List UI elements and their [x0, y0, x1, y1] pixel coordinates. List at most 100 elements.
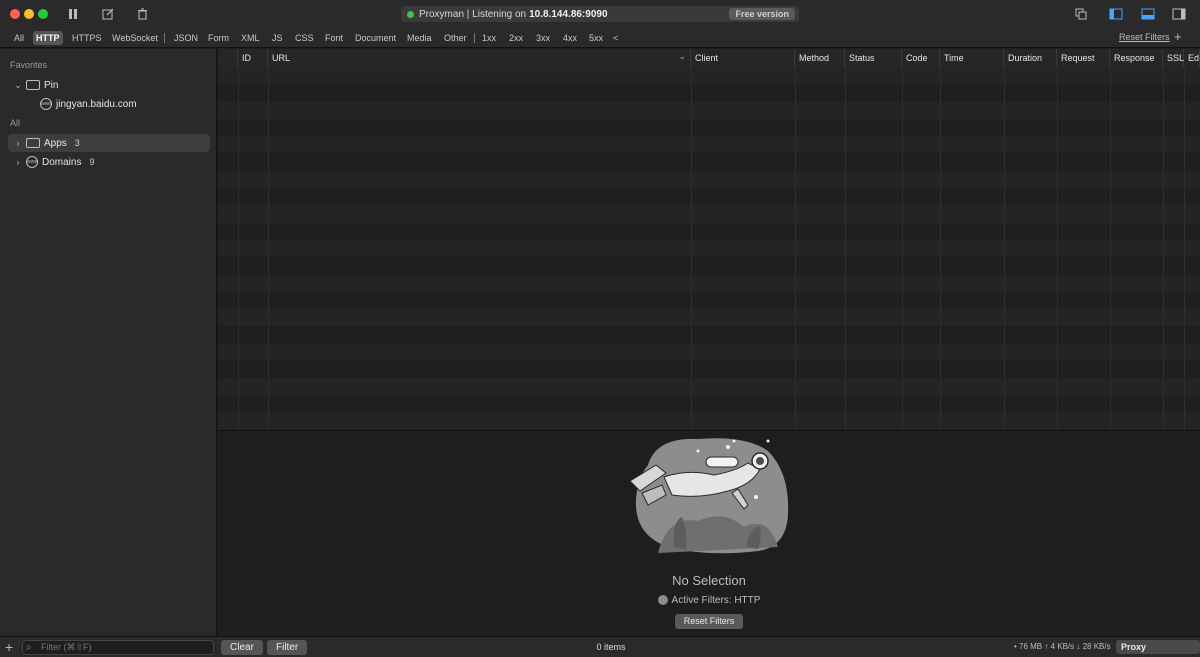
column-header-url[interactable]: URL ⌄ — [268, 49, 691, 67]
active-filters-text: Active Filters: HTTP — [671, 595, 761, 606]
apps-icon — [26, 138, 40, 148]
empty-row — [218, 395, 1200, 413]
column-header-status[interactable]: Status — [845, 49, 902, 67]
title-bar: Proxyman | Listening on 10.8.144.86:9090… — [0, 0, 1200, 28]
filter-tab-font[interactable]: Font — [322, 31, 346, 45]
request-table: ID URL ⌄ Client Method Status Code Time … — [218, 49, 1200, 430]
sidebar-item-domains[interactable]: › www Domains 9 — [12, 153, 210, 171]
sidebar-item-jingyan[interactable]: www jingyan.baidu.com — [38, 95, 213, 113]
chevron-down-icon[interactable]: ⌄ — [12, 80, 24, 91]
pin-folder-icon — [26, 80, 40, 90]
column-divider — [902, 67, 903, 430]
empty-row — [218, 343, 1200, 362]
reset-filters-link[interactable]: Reset Filters — [1119, 32, 1170, 42]
diver-illustration-icon — [629, 438, 789, 554]
column-header-code[interactable]: Code — [902, 49, 940, 67]
filter-tab-3xx[interactable]: 3xx — [533, 31, 553, 45]
bottom-bar: + ⌕ Filter (⌘⇧F) Clear Filter 0 items • … — [0, 636, 1200, 657]
no-selection-title: No Selection — [672, 573, 746, 588]
traffic-stats: • 76 MB ↑ 4 KB/s ↓ 28 KB/s — [1014, 642, 1111, 651]
filter-tab-js[interactable]: JS — [269, 31, 286, 45]
column-header-response[interactable]: Response — [1110, 49, 1163, 67]
column-header-edited[interactable]: Edi — [1184, 49, 1200, 67]
filter-tab-document[interactable]: Document — [352, 31, 399, 45]
apps-label: Apps — [44, 137, 67, 149]
reset-filters-button[interactable]: Reset Filters — [675, 614, 743, 629]
empty-row — [218, 378, 1200, 396]
column-divider — [940, 67, 941, 430]
chevron-right-icon[interactable]: › — [12, 157, 24, 167]
column-divider — [845, 67, 846, 430]
sidebar: Favorites ⌄ Pin www jingyan.baidu.com Al… — [0, 49, 217, 636]
sidebar-item-apps[interactable]: › Apps 3 — [8, 134, 210, 152]
globe-icon: www — [26, 156, 38, 168]
apps-count: 3 — [74, 138, 80, 148]
table-rows — [218, 67, 1200, 430]
active-filters: Active Filters: HTTP — [218, 595, 1200, 606]
column-header-ssl[interactable]: SSL — [1163, 49, 1184, 67]
filter-tab-form[interactable]: Form — [205, 31, 232, 45]
sort-chevron-icon[interactable]: ⌄ — [678, 49, 686, 65]
domains-count: 9 — [89, 157, 95, 167]
filter-tab-5xx[interactable]: 5xx — [586, 31, 606, 45]
trash-icon[interactable] — [134, 6, 150, 22]
empty-row — [218, 326, 1200, 344]
collapse-filters-icon[interactable]: < — [610, 31, 621, 45]
protocol-filter-bar: All HTTP HTTPS WebSocket JSON Form XML J… — [0, 28, 1200, 48]
empty-row — [218, 153, 1200, 171]
zoom-window-button[interactable] — [38, 9, 48, 19]
filter-tab-2xx[interactable]: 2xx — [506, 31, 526, 45]
free-version-badge[interactable]: Free version — [729, 8, 795, 20]
filter-tab-1xx[interactable]: 1xx — [479, 31, 499, 45]
filter-tab-all[interactable]: All — [11, 31, 27, 45]
empty-row — [218, 257, 1200, 275]
compose-icon[interactable] — [100, 6, 116, 22]
bottom-panel-icon[interactable] — [1140, 6, 1156, 22]
column-header-id[interactable]: ID — [238, 49, 268, 67]
empty-row — [218, 136, 1200, 154]
filter-divider — [164, 33, 165, 43]
left-sidebar-icon[interactable] — [1108, 6, 1124, 22]
filter-divider — [474, 33, 475, 43]
minimize-window-button[interactable] — [24, 9, 34, 19]
filter-tab-https[interactable]: HTTPS — [69, 31, 105, 45]
empty-row — [218, 118, 1200, 137]
filter-tab-websocket[interactable]: WebSocket — [109, 31, 161, 45]
empty-row — [218, 170, 1200, 189]
column-header-duration[interactable]: Duration — [1004, 49, 1057, 67]
status-dot — [407, 10, 414, 18]
sidebar-item-pin[interactable]: ⌄ Pin — [12, 76, 212, 94]
column-header-client[interactable]: Client — [691, 49, 795, 67]
empty-row — [218, 274, 1200, 292]
empty-row — [218, 67, 1200, 85]
right-sidebar-icon[interactable] — [1171, 6, 1187, 22]
column-divider — [1110, 67, 1111, 430]
favorites-header: Favorites — [10, 60, 48, 70]
url-header-label: URL — [272, 53, 291, 63]
chevron-right-icon[interactable]: › — [12, 138, 24, 148]
domains-label: Domains — [42, 156, 82, 168]
filter-tab-http[interactable]: HTTP — [33, 31, 63, 45]
empty-row — [218, 205, 1200, 223]
close-window-button[interactable] — [10, 9, 20, 19]
column-header-request[interactable]: Request — [1057, 49, 1110, 67]
status-text: Proxyman | Listening on — [419, 8, 527, 20]
filter-tab-media[interactable]: Media — [404, 31, 435, 45]
column-divider — [238, 67, 239, 430]
filter-tab-json[interactable]: JSON — [171, 31, 201, 45]
add-filter-icon[interactable]: + — [1174, 29, 1182, 44]
filter-tab-other[interactable]: Other — [441, 31, 470, 45]
column-header-method[interactable]: Method — [795, 49, 845, 67]
detail-panel: No Selection Active Filters: HTTP Reset … — [218, 430, 1200, 636]
filter-tab-4xx[interactable]: 4xx — [560, 31, 580, 45]
web-icon: www — [40, 98, 52, 110]
column-header-blank[interactable] — [218, 49, 238, 67]
column-divider — [268, 67, 269, 430]
proxy-overridden-badge[interactable]: Proxy Overridden — [1116, 640, 1200, 657]
column-divider — [1057, 67, 1058, 430]
pause-icon[interactable] — [65, 6, 81, 22]
column-header-time[interactable]: Time — [940, 49, 1004, 67]
filter-tab-css[interactable]: CSS — [292, 31, 317, 45]
filter-tab-xml[interactable]: XML — [238, 31, 263, 45]
window-icon[interactable] — [1073, 6, 1089, 22]
